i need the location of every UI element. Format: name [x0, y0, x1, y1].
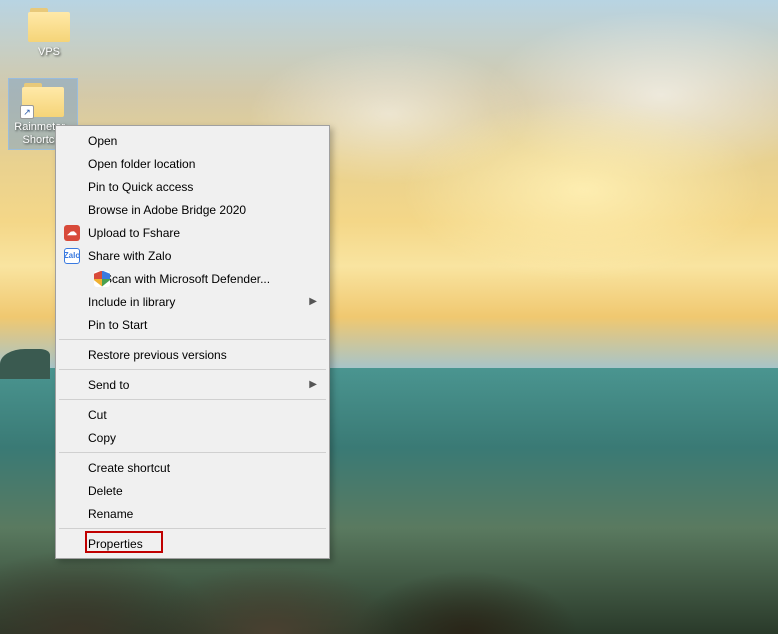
menu-item-properties[interactable]: Properties	[58, 532, 327, 555]
shortcut-overlay-icon: ↗	[20, 105, 34, 119]
menu-item-label: Browse in Adobe Bridge 2020	[88, 203, 246, 217]
menu-item-label: Restore previous versions	[88, 348, 227, 362]
menu-item-label: Pin to Quick access	[88, 180, 193, 194]
menu-separator	[59, 528, 326, 529]
menu-item-include-in-library[interactable]: Include in library ▶	[58, 290, 327, 313]
menu-item-label: Copy	[88, 431, 116, 445]
menu-item-label: Send to	[88, 378, 129, 392]
menu-item-label: Delete	[88, 484, 123, 498]
menu-item-label: Pin to Start	[88, 318, 147, 332]
menu-item-cut[interactable]: Cut	[58, 403, 327, 426]
menu-item-upload-to-fshare[interactable]: ☁ Upload to Fshare	[58, 221, 327, 244]
fshare-icon: ☁	[64, 225, 80, 241]
menu-item-label: Open folder location	[88, 157, 195, 171]
menu-separator	[59, 369, 326, 370]
folder-icon	[28, 8, 70, 42]
wallpaper-land	[0, 349, 50, 379]
menu-item-label: Create shortcut	[88, 461, 170, 475]
chevron-right-icon: ▶	[309, 296, 317, 307]
defender-icon	[94, 271, 110, 287]
menu-item-label: Cut	[88, 408, 107, 422]
desktop-icon-vps[interactable]: VPS	[14, 4, 84, 61]
menu-item-label: Scan with Microsoft Defender...	[104, 272, 270, 286]
menu-item-restore-previous-versions[interactable]: Restore previous versions	[58, 343, 327, 366]
menu-item-scan-with-microsoft-defender[interactable]: Scan with Microsoft Defender...	[58, 267, 327, 290]
menu-item-label: Share with Zalo	[88, 249, 171, 263]
menu-item-label: Rename	[88, 507, 133, 521]
menu-item-label: Properties	[88, 537, 143, 551]
menu-item-create-shortcut[interactable]: Create shortcut	[58, 456, 327, 479]
menu-item-open-folder-location[interactable]: Open folder location	[58, 152, 327, 175]
menu-item-label: Upload to Fshare	[88, 226, 180, 240]
menu-item-pin-to-start[interactable]: Pin to Start	[58, 313, 327, 336]
menu-separator	[59, 452, 326, 453]
menu-item-label: Include in library	[88, 295, 175, 309]
menu-item-delete[interactable]: Delete	[58, 479, 327, 502]
context-menu: Open Open folder location Pin to Quick acc…	[55, 125, 330, 559]
icon-label: VPS	[16, 46, 82, 59]
menu-separator	[59, 339, 326, 340]
menu-separator	[59, 399, 326, 400]
menu-item-label: Open	[88, 134, 117, 148]
chevron-right-icon: ▶	[309, 379, 317, 390]
menu-item-send-to[interactable]: Send to ▶	[58, 373, 327, 396]
menu-item-open[interactable]: Open	[58, 129, 327, 152]
zalo-icon: Zalo	[64, 248, 80, 264]
menu-item-pin-to-quick-access[interactable]: Pin to Quick access	[58, 175, 327, 198]
menu-item-browse-in-adobe-bridge-2020[interactable]: Browse in Adobe Bridge 2020	[58, 198, 327, 221]
folder-shortcut-icon: ↗	[22, 83, 64, 117]
menu-item-share-with-zalo[interactable]: Zalo Share with Zalo	[58, 244, 327, 267]
menu-item-rename[interactable]: Rename	[58, 502, 327, 525]
menu-item-copy[interactable]: Copy	[58, 426, 327, 449]
